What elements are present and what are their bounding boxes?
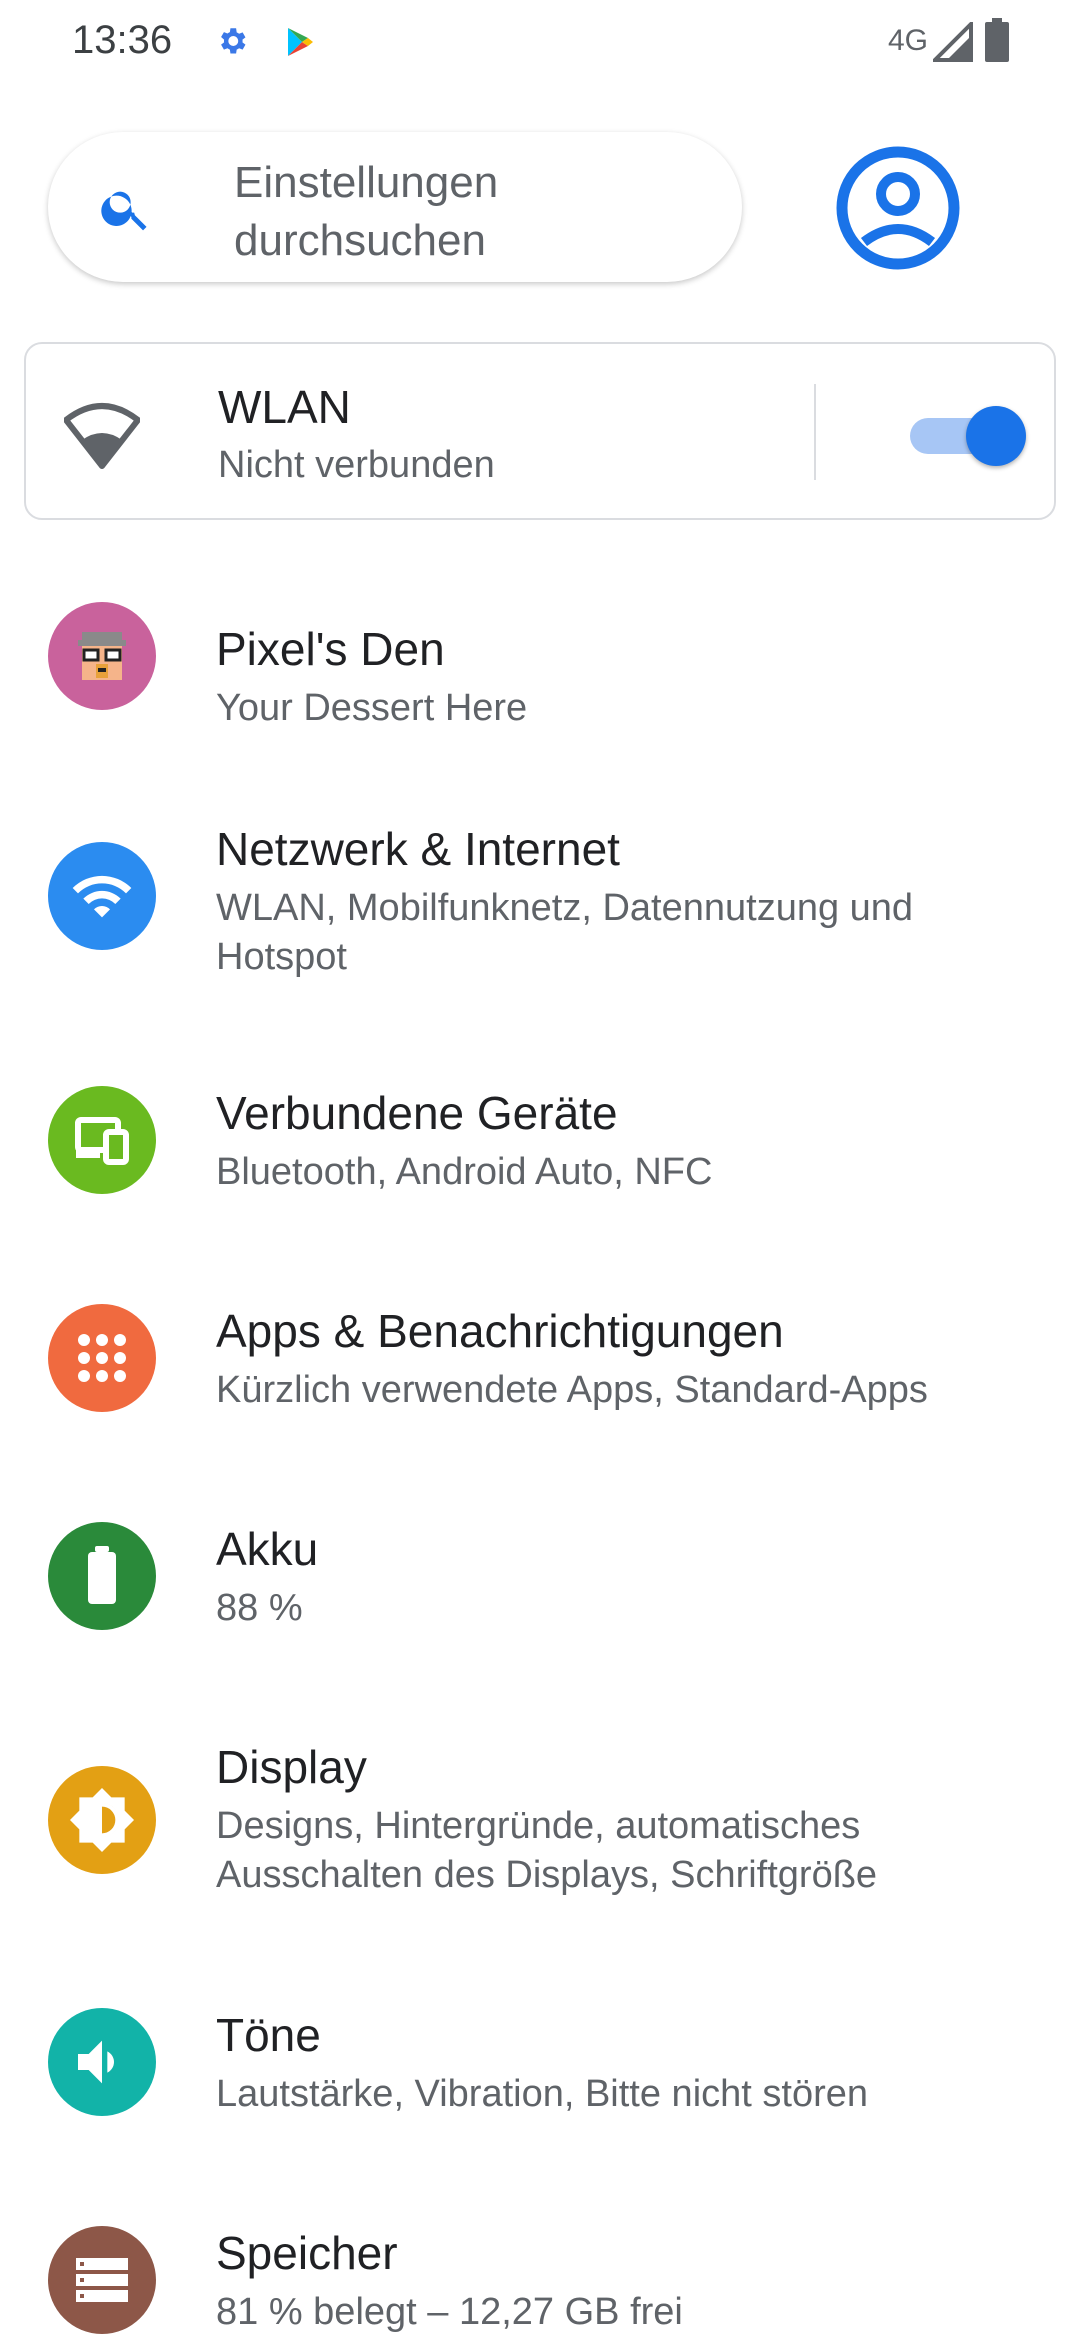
settings-gear-icon xyxy=(215,24,249,58)
pixel-den-icon xyxy=(48,602,156,710)
item-title: Speicher xyxy=(216,2227,398,2279)
item-subtitle: Kürzlich verwendete Apps, Standard-Apps xyxy=(216,1369,928,1411)
status-bar: 13:36 4G xyxy=(0,0,1080,90)
battery-icon xyxy=(985,18,1009,62)
wifi-icon xyxy=(48,842,156,950)
apps-grid-icon xyxy=(48,1304,156,1412)
storage-icon xyxy=(48,2226,156,2334)
settings-item-connected-devices[interactable]: Verbundene Geräte Bluetooth, Android Aut… xyxy=(0,1086,1080,1226)
settings-item-sounds[interactable]: Töne Lautstärke, Vibration, Bitte nicht … xyxy=(0,2008,1080,2148)
settings-item-network[interactable]: Netzwerk & Internet WLAN, Mobilfunknetz,… xyxy=(0,816,1080,978)
status-time: 13:36 xyxy=(72,18,173,62)
search-bar[interactable]: Einstellungen durchsuchen xyxy=(48,132,742,282)
item-subtitle: Designs, Hintergründe, automatisches Aus… xyxy=(216,1805,878,1896)
devices-icon xyxy=(48,1086,156,1194)
volume-icon xyxy=(48,2008,156,2116)
toggle-thumb xyxy=(966,406,1026,466)
brightness-icon xyxy=(48,1766,156,1874)
settings-item-battery[interactable]: Akku 88 % xyxy=(0,1522,1080,1662)
play-store-icon xyxy=(286,26,314,58)
item-subtitle: Lautstärke, Vibration, Bitte nicht störe… xyxy=(216,2073,868,2115)
item-title: Verbundene Geräte xyxy=(216,1087,618,1139)
item-title: Töne xyxy=(216,2009,321,2061)
item-title: Netzwerk & Internet xyxy=(216,823,620,875)
account-circle-icon[interactable] xyxy=(836,146,960,270)
settings-item-pixels-den[interactable]: Pixel's Den Your Dessert Here xyxy=(0,596,1080,736)
settings-item-display[interactable]: Display Designs, Hintergründe, automatis… xyxy=(0,1740,1080,1900)
wifi-off-icon xyxy=(64,396,140,472)
network-type: 4G xyxy=(888,24,929,57)
wlan-toggle[interactable] xyxy=(902,400,1028,466)
settings-item-storage[interactable]: Speicher 81 % belegt – 12,27 GB frei xyxy=(0,2226,1080,2340)
item-subtitle: WLAN, Mobilfunknetz, Datennutzung und Ho… xyxy=(216,887,914,978)
item-title: Pixel's Den xyxy=(216,623,445,675)
item-subtitle: Bluetooth, Android Auto, NFC xyxy=(216,1151,713,1193)
wlan-card[interactable]: WLAN Nicht verbunden xyxy=(24,342,1056,520)
item-title: Akku xyxy=(216,1523,319,1575)
item-subtitle: Your Dessert Here xyxy=(216,687,528,729)
signal-icon xyxy=(933,22,973,62)
wlan-status: Nicht verbunden xyxy=(218,444,495,486)
item-subtitle: 88 % xyxy=(216,1587,303,1629)
item-title: Apps & Benachrichtigungen xyxy=(216,1305,784,1357)
search-icon xyxy=(98,180,154,236)
item-subtitle: 81 % belegt – 12,27 GB frei xyxy=(216,2291,683,2333)
battery-icon xyxy=(48,1522,156,1630)
search-placeholder: Einstellungen durchsuchen xyxy=(234,158,499,265)
divider xyxy=(814,384,816,480)
settings-item-apps[interactable]: Apps & Benachrichtigungen Kürzlich verwe… xyxy=(0,1304,1080,1444)
item-title: Display xyxy=(216,1741,367,1793)
wlan-title: WLAN xyxy=(218,381,351,433)
